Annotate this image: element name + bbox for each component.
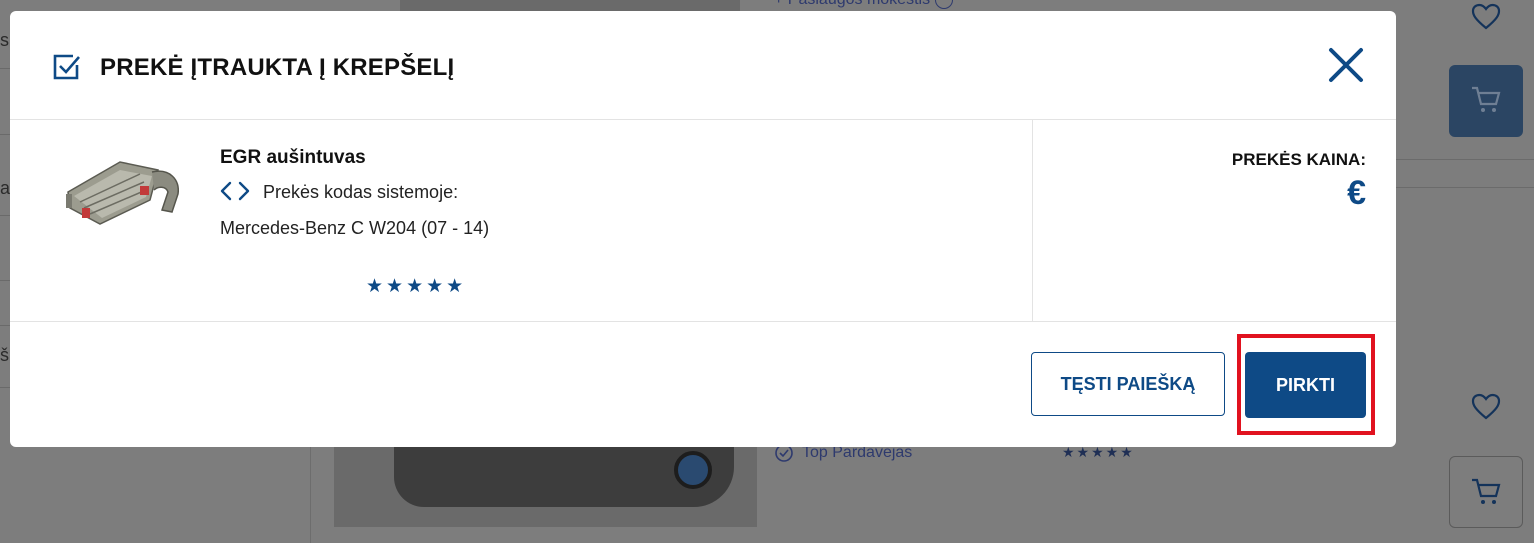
close-icon[interactable] <box>1326 45 1366 85</box>
product-rating-stars: ★★★★★ <box>366 276 467 297</box>
modal-header: PREKĖ ĮTRAUKTA Į KREPŠELĮ <box>10 11 1396 120</box>
divider <box>0 280 10 281</box>
background-product-image <box>400 0 740 11</box>
cart-icon <box>1472 86 1501 112</box>
price-label: PREKĖS KAINA: <box>1231 150 1366 169</box>
divider <box>0 68 10 69</box>
add-to-cart-button[interactable] <box>1449 456 1523 528</box>
divider <box>1396 187 1534 188</box>
background-sidebar: s a, š <box>0 0 15 543</box>
divider <box>0 325 10 326</box>
vehicle-model: Mercedes-Benz C W204 (07 - 14) <box>220 218 490 238</box>
service-fee-text: + Paslaugos mokestis <box>774 0 953 9</box>
add-to-cart-button[interactable] <box>1449 65 1523 137</box>
info-icon <box>934 0 953 9</box>
sidebar-char: š <box>0 345 9 365</box>
heart-icon[interactable] <box>1471 3 1501 31</box>
cart-icon <box>1472 478 1501 504</box>
divider <box>310 447 311 543</box>
heart-icon[interactable] <box>1471 393 1501 421</box>
divider <box>0 387 10 388</box>
modal-title: PREKĖ ĮTRAUKTA Į KREPŠELĮ <box>100 54 455 81</box>
divider <box>0 134 10 135</box>
divider <box>0 215 10 216</box>
added-to-cart-modal: PREKĖ ĮTRAUKTA Į KREPŠELĮ EGR aušintuvas… <box>10 11 1396 447</box>
modal-body: EGR aušintuvas Prekės kodas sistemoje: M… <box>10 120 1396 322</box>
buy-button[interactable]: PIRKTI <box>1245 352 1366 418</box>
checkbox-checked-icon <box>53 54 80 80</box>
divider <box>1032 120 1033 321</box>
price-value: € <box>1347 174 1366 212</box>
service-fee-label: + Paslaugos mokestis <box>774 0 930 8</box>
product-name: EGR aušintuvas <box>220 147 366 168</box>
code-icon <box>220 181 250 201</box>
divider <box>1396 159 1534 160</box>
sidebar-char: s <box>0 30 9 50</box>
background-product-image <box>334 447 757 527</box>
product-code-label: Prekės kodas sistemoje: <box>263 182 459 202</box>
continue-search-button[interactable]: TĘSTI PAIEŠKĄ <box>1031 352 1225 416</box>
product-image <box>60 142 192 248</box>
